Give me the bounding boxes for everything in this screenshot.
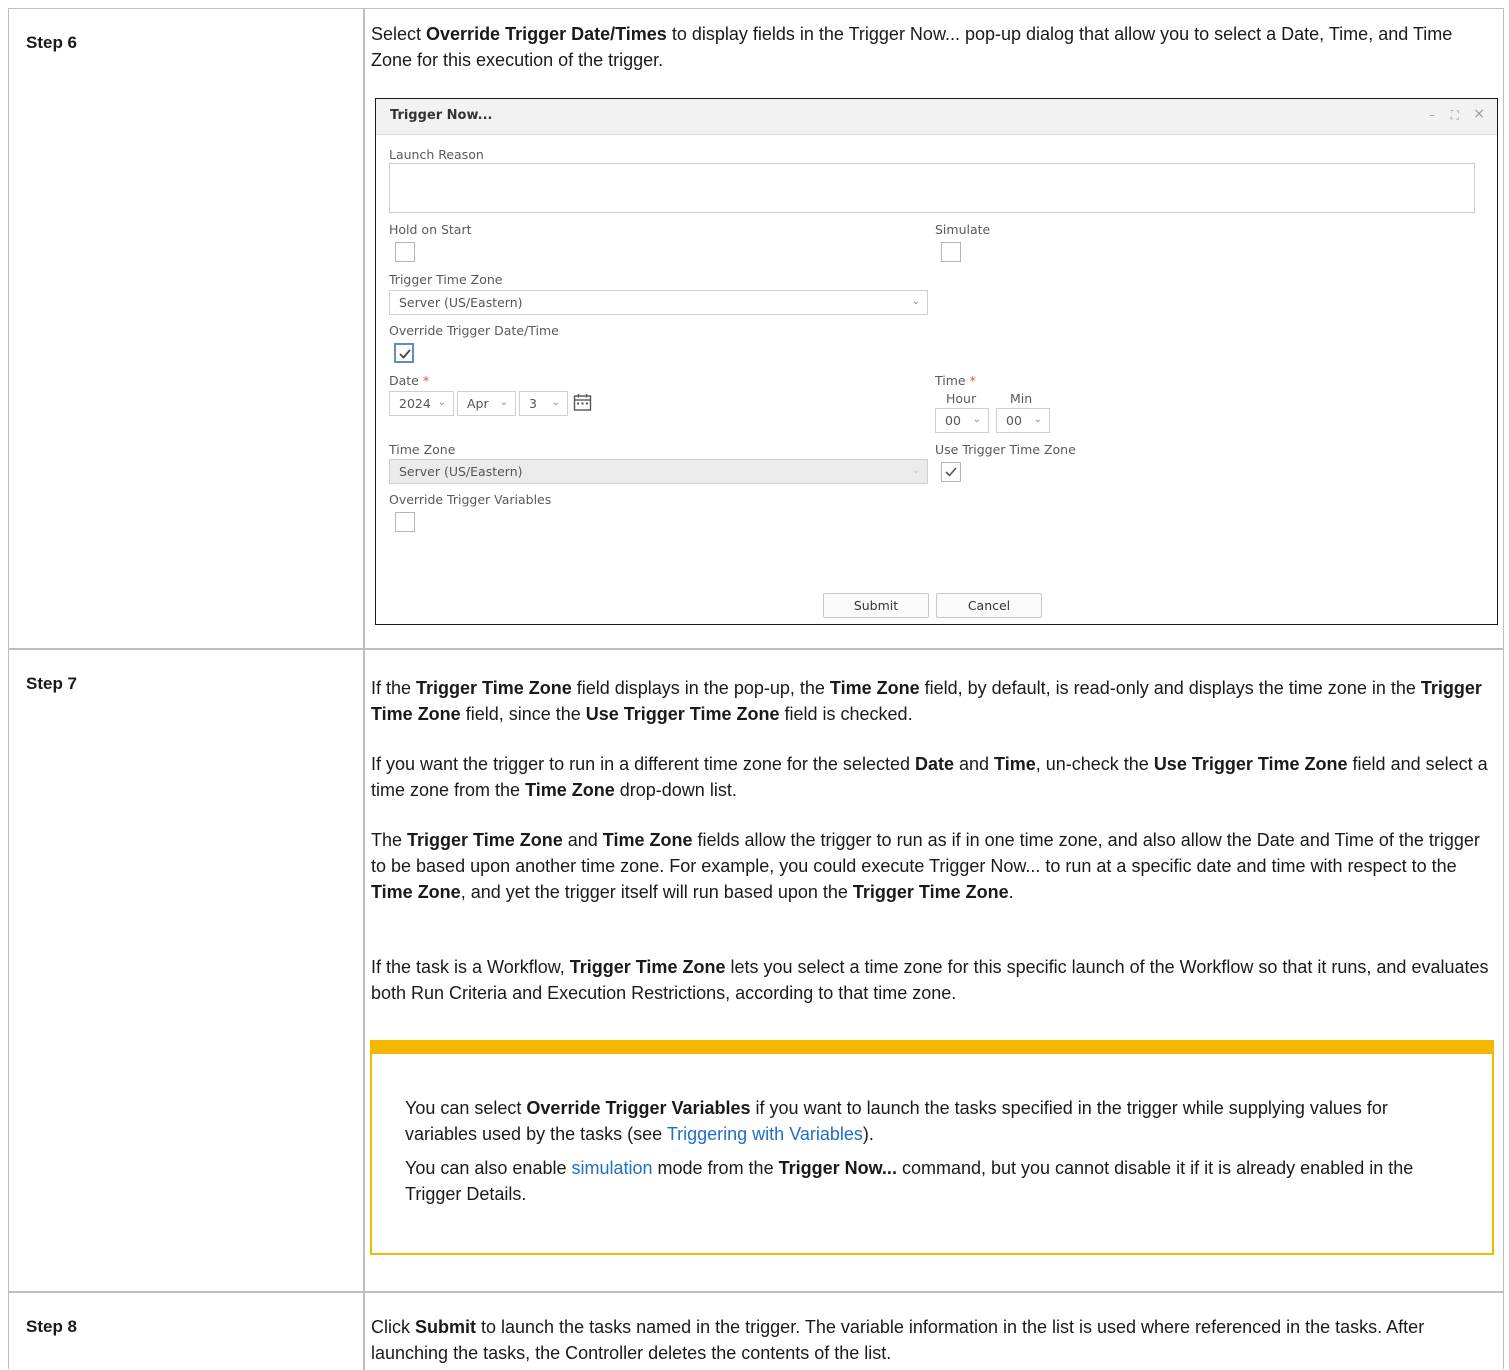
override-date-checkbox[interactable]: [394, 343, 414, 363]
use-trigger-tz-label: Use Trigger Time Zone: [935, 442, 1076, 457]
step-paragraph: Click Submit to launch the tasks named i…: [371, 1317, 1425, 1363]
step-content: Click Submit to launch the tasks named i…: [367, 1293, 1503, 1370]
submit-button[interactable]: Submit: [823, 593, 929, 618]
simulate-label: Simulate: [935, 222, 991, 237]
minimize-icon[interactable]: –: [1429, 108, 1435, 122]
step-content: If the Trigger Time Zone field displays …: [367, 650, 1503, 1291]
step-paragraph: If the Trigger Time Zone field displays …: [371, 678, 1482, 724]
chevron-down-icon: ⌄: [499, 397, 508, 408]
step-row: Step 7 If the Trigger Time Zone field di…: [9, 650, 1503, 1293]
step-paragraph: The Trigger Time Zone and Time Zone fiel…: [371, 830, 1480, 902]
step-label: Step 6: [26, 33, 78, 52]
year-value: 2024: [399, 396, 431, 411]
launch-reason-input[interactable]: [389, 163, 1475, 213]
chevron-down-icon: ⌄: [911, 465, 920, 476]
dialog-title: Trigger Now...: [390, 108, 493, 123]
hour-select[interactable]: 00 ⌄: [935, 408, 989, 433]
note-paragraph: You can also enable simulation mode from…: [405, 1158, 1414, 1204]
override-vars-label: Override Trigger Variables: [389, 492, 552, 507]
chevron-down-icon: ⌄: [1033, 414, 1042, 425]
step-label: Step 7: [26, 674, 78, 693]
hold-on-start-label: Hold on Start: [389, 222, 472, 237]
close-icon[interactable]: ×: [1473, 106, 1485, 122]
minute-value: 00: [1006, 413, 1022, 428]
step-paragraph: If the task is a Workflow, Trigger Time …: [371, 957, 1489, 1003]
checkmark-icon: [399, 349, 411, 359]
minute-select[interactable]: 00 ⌄: [996, 408, 1050, 433]
time-zone-select[interactable]: Server (US/Eastern) ⌄: [389, 459, 928, 484]
hour-label: Hour: [946, 391, 977, 406]
time-zone-value: Server (US/Eastern): [399, 464, 523, 479]
override-date-label: Override Trigger Date/Time: [389, 323, 559, 338]
launch-reason-label: Launch Reason: [389, 147, 484, 162]
step-label-cell: Step 6: [9, 9, 365, 648]
chevron-down-icon: ⌄: [911, 296, 920, 307]
note-paragraph: You can select Override Trigger Variable…: [405, 1098, 1388, 1144]
day-select[interactable]: 3 ⌄: [519, 391, 568, 416]
steps-table: Step 6 Select Override Trigger Date/Time…: [8, 8, 1504, 1370]
trigger-time-zone-label: Trigger Time Zone: [389, 272, 503, 287]
triggering-with-variables-link[interactable]: Triggering with Variables: [667, 1124, 863, 1144]
use-trigger-tz-checkbox[interactable]: [941, 462, 961, 482]
simulation-link[interactable]: simulation: [571, 1158, 652, 1178]
time-label: Time *: [935, 373, 976, 388]
checkmark-icon: [945, 467, 957, 477]
hour-value: 00: [945, 413, 961, 428]
trigger-time-zone-value: Server (US/Eastern): [399, 295, 523, 310]
cancel-button[interactable]: Cancel: [936, 593, 1042, 618]
step-label-cell: Step 7: [9, 650, 365, 1291]
step-label: Step 8: [26, 1317, 78, 1336]
step-content: Select Override Trigger Date/Times to di…: [367, 9, 1503, 648]
simulate-checkbox[interactable]: [941, 242, 961, 262]
step-description: Select Override Trigger Date/Times to di…: [371, 24, 1453, 70]
time-zone-label: Time Zone: [389, 442, 456, 457]
dialog-titlebar[interactable]: Trigger Now... – ⛶ ×: [376, 99, 1497, 135]
chevron-down-icon: ⌄: [551, 397, 560, 408]
chevron-down-icon: ⌄: [972, 414, 981, 425]
month-select[interactable]: Apr ⌄: [457, 391, 516, 416]
min-label: Min: [1010, 391, 1033, 406]
trigger-time-zone-select[interactable]: Server (US/Eastern) ⌄: [389, 290, 928, 315]
hold-on-start-checkbox[interactable]: [395, 242, 415, 262]
override-vars-checkbox[interactable]: [395, 512, 415, 532]
day-value: 3: [529, 396, 537, 411]
maximize-icon[interactable]: ⛶: [1451, 108, 1459, 123]
step-label-cell: Step 8: [9, 1293, 365, 1370]
year-select[interactable]: 2024 ⌄: [389, 391, 454, 416]
calendar-icon[interactable]: [573, 393, 592, 412]
date-label: Date *: [389, 373, 430, 388]
chevron-down-icon: ⌄: [437, 397, 446, 408]
step-row: Step 8 Click Submit to launch the tasks …: [9, 1293, 1503, 1370]
note-box: You can select Override Trigger Variable…: [370, 1040, 1494, 1255]
trigger-now-dialog: Trigger Now... – ⛶ × Launch Reason Hold …: [375, 98, 1498, 625]
step-row: Step 6 Select Override Trigger Date/Time…: [9, 9, 1503, 650]
month-value: Apr: [467, 396, 489, 411]
step-paragraph: If you want the trigger to run in a diff…: [371, 754, 1488, 800]
